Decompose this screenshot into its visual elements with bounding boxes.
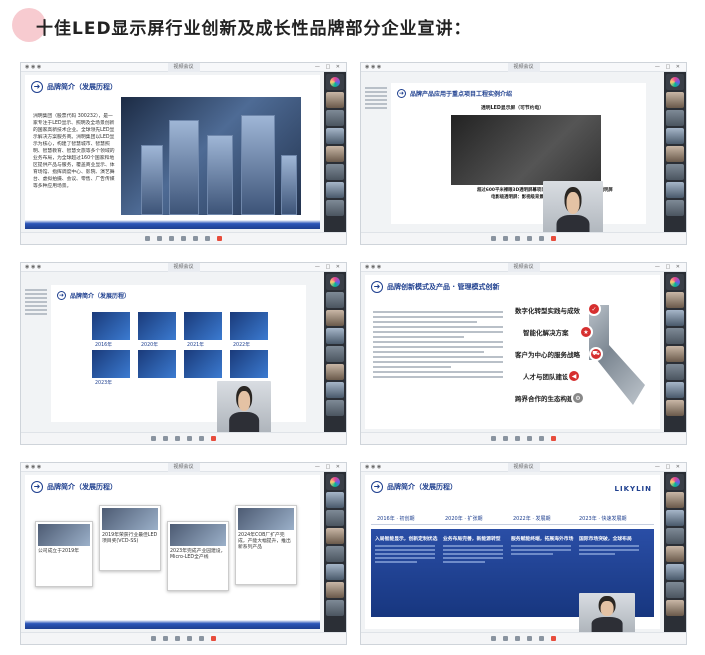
- meeting-toolbar[interactable]: [21, 632, 346, 644]
- meeting-toolbar[interactable]: [361, 632, 686, 644]
- participant-panel: [664, 472, 686, 632]
- participant-avatar[interactable]: [326, 74, 344, 90]
- presentation-slide: ➜ 品牌简介（发展历程） 洲明集团（股票代码 300232），是一家专注于LED显…: [25, 75, 320, 229]
- window-topbar: ◉ ◉ ◉ 视频会议 — □ ✕: [361, 263, 686, 272]
- slide-title: ➜ 品牌简介（发展历程）: [31, 81, 117, 93]
- timeline-card: 2024年COB厂扩产完成，产能大幅提升，推出新系列产品: [235, 505, 297, 585]
- page-title: 十佳LED显示屏行业创新及成长性品牌部分企业宣讲：: [36, 18, 472, 39]
- meeting-toolbar[interactable]: [361, 432, 686, 444]
- header: 十佳LED显示屏行业创新及成长性品牌部分企业宣讲：: [10, 6, 472, 46]
- participant-panel: [324, 472, 346, 632]
- participant-panel: [324, 272, 346, 432]
- presentation-slide: ➜品牌产品应用于重点项目工程实例介绍 透明LED显示屏（可节约电） 超过600平…: [391, 83, 646, 224]
- megaphone-icon: ◀: [567, 369, 581, 383]
- presentation-slide: ➜ 品牌创新模式及产品 · 管理模式创新 数字化转型实践与成效 ✓ 智能化解决方案…: [365, 275, 660, 429]
- brand-logo: LIKYLIN: [614, 485, 652, 493]
- screenshot-5: ◉ ◉ ◉ 视频会议 — □ ✕ ➜ 品牌简介（发展历程） 公司成立于2019年 20…: [20, 462, 347, 645]
- slide-title: ➜ 品牌简介（发展历程）: [371, 481, 457, 493]
- screenshot-1: ◉ ◉ ◉ 视频会议 — □ ✕ ➜ 品牌简介（发展历程） 洲明集团（股票代码 300…: [20, 62, 347, 245]
- gear-icon: ⚙: [571, 391, 585, 405]
- led-screen-image: [451, 115, 601, 185]
- slide-text-lines: [373, 311, 503, 378]
- timeline-card: 公司成立于2019年: [35, 521, 93, 587]
- screenshot-2: ◉ ◉ ◉ 视频会议 — □ ✕ ➜ 品牌产品应用于重点项目工程实例介绍 透明LED显…: [360, 62, 687, 245]
- cart-icon: ⛟: [589, 347, 603, 361]
- arrow-icon: ➜: [31, 81, 43, 93]
- slide-thumbnails[interactable]: [365, 87, 387, 109]
- screenshot-3: ◉ ◉ ◉ 视频会议 — □ ✕ ➜ 品牌简介（发展历程） 2016年 2020年 2…: [20, 262, 347, 445]
- caption-top: 透明LED显示屏（可节约电）: [481, 106, 545, 111]
- screenshot-6: ◉ ◉ ◉ 视频会议 — □ ✕ ➜ 品牌简介（发展历程） LIKYLIN 2016年…: [360, 462, 687, 645]
- window-topbar: ◉ ◉ ◉ 视频会议 — □ ✕: [361, 463, 686, 472]
- star-icon: ★: [579, 325, 593, 339]
- screenshot-4: ◉ ◉ ◉ 视频会议 — □ ✕ ➜ 品牌创新模式及产品 · 管理模式创新 数字化转型…: [360, 262, 687, 445]
- building-image: [121, 97, 301, 215]
- window-topbar: ◉ ◉ ◉ 视频会议 — □ ✕: [21, 463, 346, 472]
- slide-title: ➜ 品牌简介（发展历程）: [31, 481, 117, 493]
- meeting-toolbar[interactable]: [361, 232, 686, 244]
- meeting-toolbar[interactable]: [21, 232, 346, 244]
- window-topbar: ◉ ◉ ◉ 视频会议 — □ ✕: [361, 63, 686, 72]
- slide-title: ➜ 品牌简介（发展历程）: [57, 291, 131, 300]
- presentation-slide: ➜ 品牌简介（发展历程） 公司成立于2019年 2019年荣获行业最佳LED项目奖…: [25, 475, 320, 629]
- window-topbar: ◉ ◉ ◉ 视频会议 — □ ✕: [21, 263, 346, 272]
- meeting-toolbar[interactable]: [21, 432, 346, 444]
- slide-footer-stripe: [25, 620, 320, 629]
- slide-title: ➜ 品牌产品应用于重点项目工程实例介绍: [397, 89, 513, 98]
- participant-panel: [324, 72, 346, 232]
- check-icon: ✓: [587, 302, 601, 316]
- slide-footer-stripe: [25, 220, 320, 229]
- participant-panel: [664, 72, 686, 232]
- speaker-video: [543, 181, 603, 237]
- timeline-card: 2019年荣获行业最佳LED项目奖(VCD-SS): [99, 505, 161, 571]
- timeline-image: [91, 311, 131, 341]
- timeline-card: 2023年完成产业园建设，Micro-LED全产线: [167, 521, 229, 591]
- slide-thumbnails[interactable]: [25, 289, 47, 315]
- slide-body: 洲明集团（股票代码 300232），是一家专注于LED显示、照明及全场景创新的国…: [33, 114, 115, 189]
- participant-panel: [664, 272, 686, 432]
- speaker-video: [217, 381, 271, 433]
- window-title: 视频会议: [167, 63, 200, 72]
- slide-title: ➜ 品牌创新模式及产品 · 管理模式创新: [371, 281, 500, 293]
- window-topbar: ◉ ◉ ◉ 视频会议 — □ ✕: [21, 63, 346, 72]
- speaker-video: [579, 593, 635, 633]
